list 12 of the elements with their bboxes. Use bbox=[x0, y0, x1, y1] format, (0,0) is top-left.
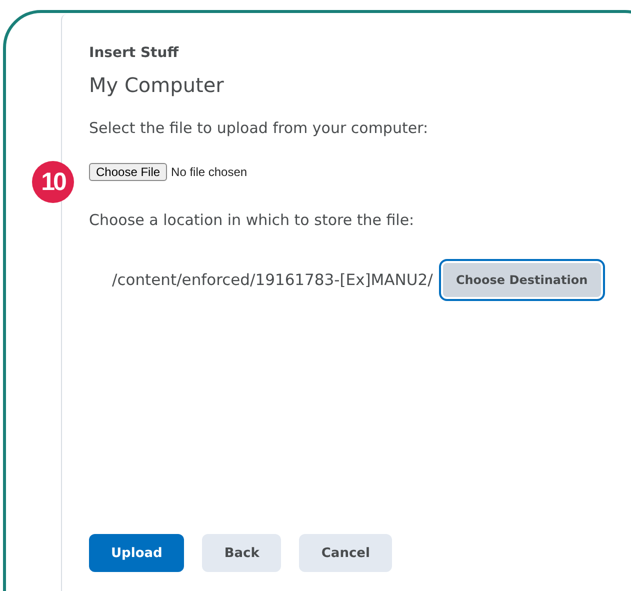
location-prompt: Choose a location in which to store the file: bbox=[89, 211, 416, 229]
action-button[interactable]: Back bbox=[202, 534, 282, 572]
step-badge: 10 bbox=[32, 161, 74, 203]
dialog-title: Insert Stuff bbox=[89, 45, 180, 61]
choose-destination-button[interactable]: Choose Destination bbox=[438, 259, 605, 301]
file-status: No file chosen bbox=[171, 165, 248, 179]
destination-path: /content/enforced/19161783-[Ex]MANU2/ bbox=[112, 271, 433, 289]
choose-file-button[interactable]: Choose File bbox=[89, 163, 168, 181]
action-button[interactable]: Upload bbox=[89, 534, 184, 572]
file-prompt: Select the file to upload from your computer: bbox=[89, 119, 430, 137]
dialog-heading: My Computer bbox=[89, 73, 225, 97]
action-button[interactable]: Cancel bbox=[299, 534, 392, 572]
